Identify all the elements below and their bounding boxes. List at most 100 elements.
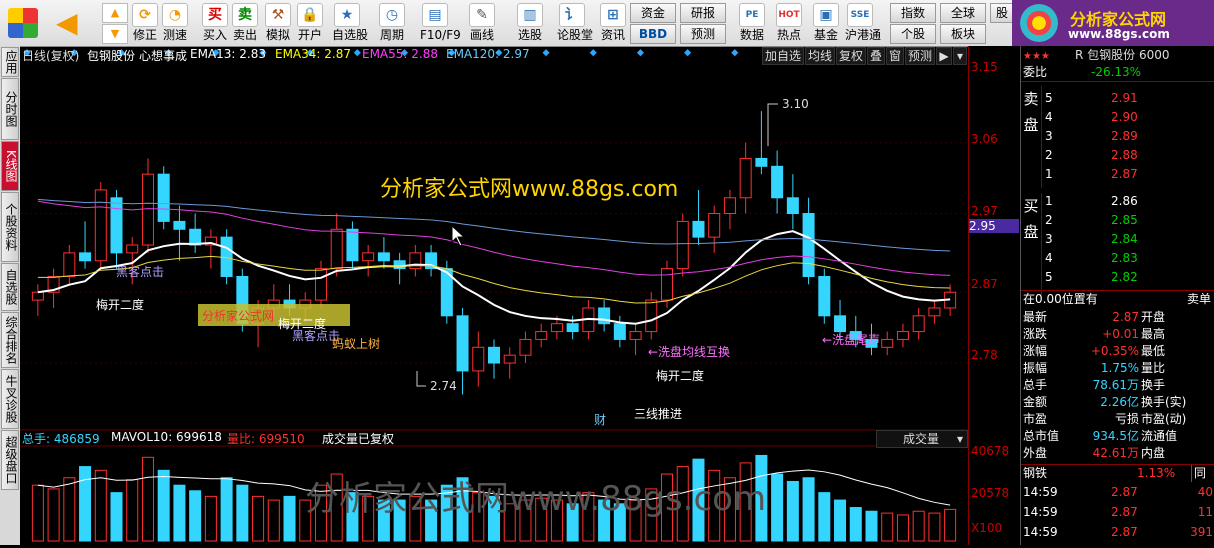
candle-body[interactable]	[31, 291, 44, 301]
candle-body[interactable]	[896, 331, 909, 340]
dropdown-arrow-icon[interactable]: ▾	[953, 47, 967, 65]
down-arrow-icon[interactable]: ▼	[102, 24, 128, 44]
candle-body[interactable]	[692, 220, 705, 238]
toolbar-button-3[interactable]: 卖卖出	[230, 2, 260, 44]
candle-body[interactable]	[676, 220, 689, 270]
expand-right-icon[interactable]: ▶	[936, 47, 952, 65]
index-button[interactable]: 指数	[890, 3, 936, 23]
forecast-button[interactable]: 预测	[680, 24, 726, 44]
toolbar-button-1[interactable]: ◔ 测速	[160, 2, 190, 44]
toolbar-button-4[interactable]: ⚒ 模拟	[263, 2, 293, 44]
toolbar-button-9[interactable]: ✎ 画线	[467, 2, 497, 44]
app-grid-icon[interactable]	[8, 8, 38, 38]
window-button[interactable]: 窗	[886, 47, 904, 65]
toolbar-button-10[interactable]: ▥ 选股	[515, 2, 545, 44]
sell-level-row[interactable]: 2 2.88	[1043, 147, 1213, 164]
toolbar-button-12[interactable]: ⊞ 资讯	[598, 2, 628, 44]
side-tab-7[interactable]: 超级盘口	[1, 430, 19, 490]
sell-level-row[interactable]: 5 2.91	[1043, 90, 1213, 107]
side-tab-2[interactable]: K线图	[1, 141, 19, 191]
candle-body[interactable]	[157, 173, 170, 222]
candle-body[interactable]	[708, 213, 721, 238]
toolbar-button-15[interactable]: ▣ 基金	[811, 2, 841, 44]
candle-body[interactable]	[487, 346, 501, 364]
candle-body[interactable]	[173, 220, 186, 230]
candle-body[interactable]	[613, 323, 626, 340]
sell-level-row[interactable]: 4 2.90	[1043, 109, 1213, 126]
overlay-button[interactable]: 叠	[867, 47, 885, 65]
side-tab-3[interactable]: 个股资料	[1, 192, 19, 262]
sector-extra[interactable]: 同	[1191, 465, 1206, 482]
candle-body[interactable]	[912, 315, 925, 333]
candle-body[interactable]	[834, 315, 847, 333]
side-tab-4[interactable]: 自选股	[1, 263, 19, 311]
ma-button[interactable]: 均线	[805, 47, 835, 65]
candle-body[interactable]	[566, 323, 579, 333]
candle-body[interactable]	[362, 252, 375, 262]
candle-body[interactable]	[629, 331, 642, 340]
candle-body[interactable]	[723, 197, 736, 215]
toolbar-button-5[interactable]: 🔒 开户	[295, 2, 325, 44]
candle-body[interactable]	[881, 338, 894, 348]
side-tab-1[interactable]: 分时图	[1, 78, 19, 140]
bbd-button[interactable]: BBD	[630, 24, 676, 44]
candle-body[interactable]	[377, 252, 390, 262]
candle-body[interactable]	[645, 299, 658, 333]
buy-level-row[interactable]: 2 2.85	[1043, 212, 1213, 229]
candle-body[interactable]	[456, 315, 469, 372]
sell-level-row[interactable]: 3 2.89	[1043, 128, 1213, 145]
candle-body[interactable]	[928, 307, 941, 317]
candle-body[interactable]	[314, 268, 327, 301]
side-tab-6[interactable]: 牛叉诊股	[1, 369, 19, 429]
adjust-button[interactable]: 复权	[836, 47, 866, 65]
global-button[interactable]: 全球	[940, 3, 986, 23]
buy-level-row[interactable]: 5 2.82	[1043, 269, 1213, 286]
buy-level-row[interactable]: 4 2.83	[1043, 250, 1213, 267]
sell-level-row[interactable]: 1 2.87	[1043, 166, 1213, 183]
add-watchlist-button[interactable]: 加自选	[762, 47, 804, 65]
candle-body[interactable]	[661, 268, 674, 301]
volume-dropdown[interactable]: 成交量 ▾	[876, 430, 968, 448]
stock-button[interactable]: 个股	[890, 24, 936, 44]
toolbar-button-13[interactable]: PE 数据	[737, 2, 767, 44]
candle-body[interactable]	[771, 165, 784, 199]
candle-body[interactable]	[755, 157, 768, 167]
sector-button[interactable]: 板块	[940, 24, 986, 44]
fund-flow-button[interactable]: 资金	[630, 3, 676, 23]
candle-body[interactable]	[63, 252, 76, 277]
toolbar-button-8[interactable]: ▤ F10/F9	[420, 2, 461, 44]
candle-body[interactable]	[786, 197, 799, 215]
candle-body[interactable]	[535, 331, 548, 340]
candle-body[interactable]	[110, 197, 123, 254]
toolbar-button-2[interactable]: 买买入	[200, 2, 230, 44]
toolbar-button-0[interactable]: ⟳ 修正	[130, 2, 160, 44]
candle-body[interactable]	[598, 307, 611, 325]
toolbar-button-14[interactable]: HOT 热点	[774, 2, 804, 44]
candle-body[interactable]	[94, 189, 107, 262]
toolbar-button-11[interactable]: 讠论股堂	[557, 2, 593, 44]
buy-level-row[interactable]: 1 2.86	[1043, 193, 1213, 210]
candle-body[interactable]	[330, 228, 343, 270]
candle-body[interactable]	[126, 244, 139, 254]
sector-name[interactable]: 钢铁	[1023, 466, 1047, 480]
candle-body[interactable]	[141, 173, 154, 246]
candle-body[interactable]	[189, 228, 202, 246]
candle-body[interactable]	[346, 228, 359, 262]
up-arrow-icon[interactable]: ▲	[102, 3, 128, 23]
candle-body[interactable]	[818, 275, 831, 317]
candle-body[interactable]	[739, 157, 752, 199]
candle-body[interactable]	[472, 346, 485, 372]
side-tab-0[interactable]: 应用	[1, 47, 19, 77]
candle-body[interactable]	[79, 252, 92, 262]
side-tab-5[interactable]: 综合排名	[1, 312, 19, 368]
kline-chart[interactable]: 分析家公式网www.88gs.com 分析家公式网www.88gs.com 分析家公…	[20, 46, 968, 545]
predict-button[interactable]: 预测	[905, 47, 935, 65]
candle-body[interactable]	[503, 354, 516, 364]
back-arrow-icon[interactable]: ◀	[56, 8, 88, 38]
buy-level-row[interactable]: 3 2.84	[1043, 231, 1213, 248]
toolbar-button-7[interactable]: ◷ 周期	[377, 2, 407, 44]
candle-body[interactable]	[550, 323, 563, 333]
stock-extra-button[interactable]: 股	[990, 3, 1014, 23]
candle-body[interactable]	[802, 213, 815, 277]
research-button[interactable]: 研报	[680, 3, 726, 23]
